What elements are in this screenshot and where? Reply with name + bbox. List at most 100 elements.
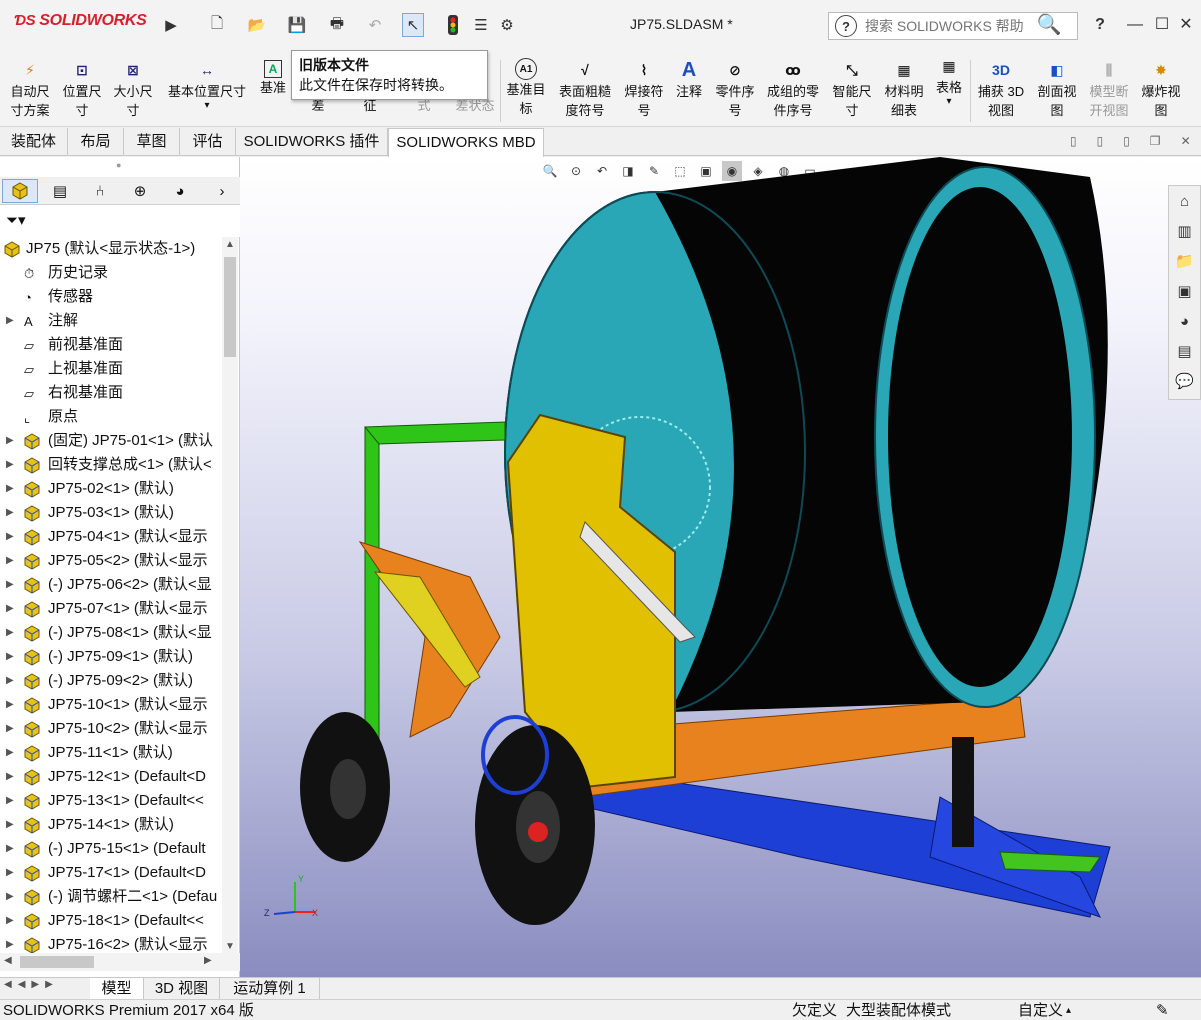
filter-icon[interactable]: ⏷▾ (6, 211, 26, 229)
bill-of-materials-button[interactable]: ▦ 材料明 细表 (878, 52, 930, 126)
tree-item-component[interactable]: ▶ (-) JP75-09<1> (默认) (0, 645, 222, 669)
hscroll-thumb[interactable] (20, 956, 94, 968)
tree-item-component[interactable]: ▶ JP75-17<1> (Default<D (0, 861, 222, 885)
scroll-left-icon[interactable]: ◀ (4, 955, 12, 966)
tab-evaluate[interactable]: 评估 (180, 128, 236, 156)
tab-navigation-arrows[interactable]: ◀◀▶▶ (4, 979, 59, 990)
tree-item-component[interactable]: ▶ (-) 调节螺杆二<1> (Defau (0, 885, 222, 909)
scroll-down-icon[interactable]: ▼ (225, 941, 235, 952)
tab-sketch[interactable]: 草图 (124, 128, 180, 156)
tree-item-component[interactable]: ▶ JP75-04<1> (默认<显示 (0, 525, 222, 549)
expand-arrow-icon[interactable]: ▶ (6, 309, 14, 333)
minimize-button[interactable]: — (1121, 12, 1149, 38)
expand-arrow-icon[interactable]: ▶ (6, 765, 14, 789)
tree-item-component[interactable]: ▶ JP75-14<1> (默认) (0, 813, 222, 837)
undo-icon[interactable]: ↶ (364, 13, 386, 37)
tree-item-component[interactable]: ▶ JP75-02<1> (默认) (0, 477, 222, 501)
tree-item-component[interactable]: ▶ JP75-10<1> (默认<显示 (0, 693, 222, 717)
new-file-icon[interactable]: 🗋 (206, 13, 228, 37)
tree-item-sensor[interactable]: ◔ 传感器 (0, 285, 222, 309)
units-dropdown-icon[interactable]: ▴ (1066, 1000, 1071, 1020)
tree-item-origin[interactable]: ⌞ 原点 (0, 405, 222, 429)
dropdown-arrow-icon[interactable]: ▾ (204, 101, 209, 111)
tree-item-component[interactable]: ▶ (-) JP75-09<2> (默认) (0, 669, 222, 693)
panel-splitter-handle[interactable]: ● (116, 160, 121, 170)
graphics-viewport[interactable]: 🔍 ⊙ ↶ ◨ ✎ ⬚ ▣ ◉ ◈ ◍ ▭ Y X Z (240, 157, 1201, 977)
rebuild-icon[interactable] (442, 13, 464, 37)
tree-item-component[interactable]: ▶ (-) JP75-06<2> (默认<显 (0, 573, 222, 597)
tree-item-component[interactable]: ▶ (-) JP75-08<1> (默认<显 (0, 621, 222, 645)
tree-item-component[interactable]: ▶ JP75-18<1> (Default<< (0, 909, 222, 933)
break-view-button[interactable]: ⫼ 模型断 开视图 (1084, 52, 1134, 126)
expand-arrow-icon[interactable]: ▶ (6, 909, 14, 933)
tree-item-plane[interactable]: ▱ 上视基准面 (0, 357, 222, 381)
scroll-right-icon[interactable]: ▶ (204, 955, 212, 966)
property-manager-tab-icon[interactable]: ▤ (42, 179, 78, 203)
dimxpert-tab-icon[interactable]: ⊕ (122, 179, 158, 203)
view-palette-icon[interactable]: ▣ (1169, 276, 1200, 306)
select-icon[interactable]: ↖ (402, 13, 424, 37)
scroll-thumb[interactable] (224, 257, 236, 357)
tree-item-component[interactable]: ▶ JP75-12<1> (Default<D (0, 765, 222, 789)
forum-icon[interactable]: 💬 (1169, 366, 1200, 396)
size-dimension-button[interactable]: ⊠ 大小尺 寸 (108, 52, 158, 126)
file-properties-icon[interactable]: ☰ (470, 13, 492, 37)
surface-finish-button[interactable]: √ 表面粗糙 度符号 (552, 52, 618, 126)
table-button[interactable]: ▦ 表格 ▾ (930, 52, 968, 126)
status-units[interactable]: 自定义 (1018, 1000, 1063, 1020)
expand-arrow-icon[interactable]: ▶ (6, 453, 14, 477)
tree-vertical-scrollbar[interactable]: ▲ ▼ (222, 237, 238, 957)
scroll-up-icon[interactable]: ▲ (225, 239, 235, 250)
tab-model[interactable]: 模型 (90, 978, 144, 1000)
capture-3d-view-button[interactable]: 3D 捕获 3D 视图 (972, 52, 1030, 126)
search-icon[interactable]: 🔍 (1035, 12, 1063, 38)
expand-arrow-icon[interactable]: ▶ (6, 885, 14, 909)
file-explorer-icon[interactable]: 📁 (1169, 246, 1200, 276)
tree-item-component[interactable]: ▶ JP75-03<1> (默认) (0, 501, 222, 525)
expand-arrow-icon[interactable]: ▶ (6, 621, 14, 645)
stacked-balloon-button[interactable]: ꝏ 成组的零 件序号 (760, 52, 826, 126)
viewport-window-controls[interactable]: ▯▯▯❐✕ (1070, 134, 1201, 148)
expand-arrow-icon[interactable]: ▶ (6, 501, 14, 525)
design-library-icon[interactable]: ▥ (1169, 216, 1200, 246)
configuration-manager-tab-icon[interactable]: ⑃ (82, 179, 118, 203)
tree-root[interactable]: JP75 (默认<显示状态-1>) (0, 237, 222, 261)
tab-solidworks-addins[interactable]: SOLIDWORKS 插件 (236, 128, 388, 156)
tab-assembly[interactable]: 装配体 (0, 128, 68, 156)
tree-item-component[interactable]: ▶ JP75-13<1> (Default<< (0, 789, 222, 813)
basic-location-dimension-button[interactable]: ↔ 基本位置尺寸 ▾ (160, 52, 254, 126)
location-dimension-button[interactable]: ⊡ 位置尺 寸 (58, 52, 106, 126)
tab-3d-view[interactable]: 3D 视图 (144, 978, 220, 1000)
datum-target-button[interactable]: A1 基准目 标 (502, 52, 550, 126)
expand-arrow-icon[interactable]: ▶ (6, 573, 14, 597)
save-icon[interactable]: 💾 (286, 13, 308, 37)
datum-button[interactable]: A 基准 (254, 52, 292, 126)
section-view-button[interactable]: ◧ 剖面视 图 (1032, 52, 1082, 126)
expand-arrow-icon[interactable]: ▶ (6, 861, 14, 885)
tree-item-component[interactable]: ▶ (固定) JP75-01<1> (默认 (0, 429, 222, 453)
tree-item-history[interactable]: ⏱ 历史记录 (0, 261, 222, 285)
help-question-icon[interactable]: ? (835, 15, 857, 37)
feature-manager-tab-icon[interactable] (2, 179, 38, 203)
expand-menu-icon[interactable]: ▶ (160, 13, 182, 37)
tree-horizontal-scrollbar[interactable]: ◀ ▶ (0, 953, 240, 971)
tree-item-component[interactable]: ▶ 回转支撑总成<1> (默认< (0, 453, 222, 477)
tree-item-annotation[interactable]: ▶ A 注解 (0, 309, 222, 333)
tab-motion-study[interactable]: 运动算例 1 (220, 978, 320, 1000)
auto-dimension-scheme-button[interactable]: ⚡ 自动尺 寸方案 (2, 52, 58, 126)
expand-arrow-icon[interactable]: ▶ (6, 549, 14, 573)
status-help-icon[interactable]: ✎ (1156, 1000, 1169, 1020)
appearances-icon[interactable]: ◕ (1169, 306, 1200, 336)
exploded-view-button[interactable]: ✸ 爆炸视 图 (1136, 52, 1186, 126)
expand-arrow-icon[interactable]: ▶ (6, 789, 14, 813)
display-manager-tab-icon[interactable]: ◕ (162, 179, 198, 203)
print-icon[interactable]: 🖶 (326, 13, 348, 37)
weld-symbol-button[interactable]: ⌇ 焊接符 号 (618, 52, 670, 126)
tree-item-plane[interactable]: ▱ 右视基准面 (0, 381, 222, 405)
tree-item-component[interactable]: ▶ JP75-05<2> (默认<显示 (0, 549, 222, 573)
expand-arrow-icon[interactable]: ▶ (6, 525, 14, 549)
custom-properties-icon[interactable]: ▤ (1169, 336, 1200, 366)
expand-arrow-icon[interactable]: ▶ (6, 597, 14, 621)
panel-more-arrow-icon[interactable]: › (212, 179, 232, 203)
tree-item-component[interactable]: ▶ JP75-07<1> (默认<显示 (0, 597, 222, 621)
